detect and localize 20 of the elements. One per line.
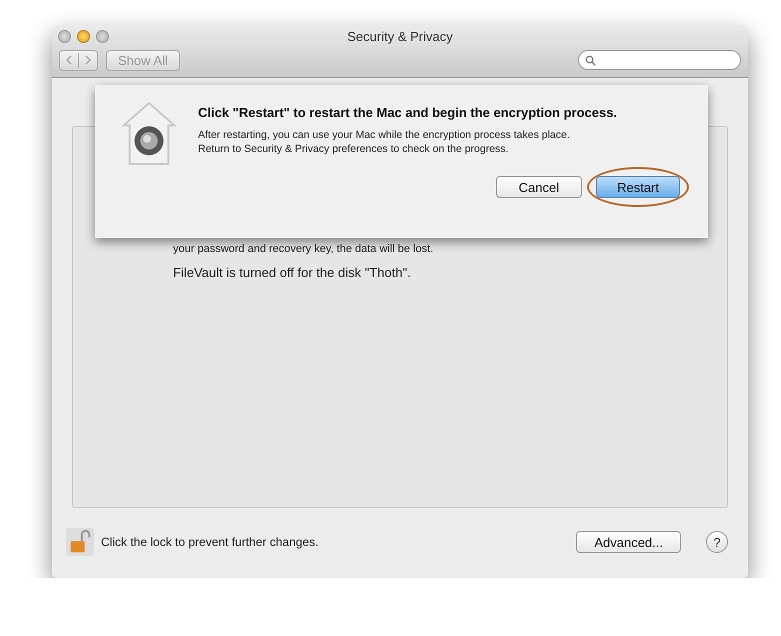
back-icon[interactable] <box>64 55 74 65</box>
lock-hint-text: Click the lock to prevent further changes. <box>101 535 318 549</box>
advanced-button[interactable]: Advanced... <box>576 531 681 553</box>
search-icon <box>585 54 596 66</box>
unlocked-padlock-icon[interactable] <box>66 528 94 556</box>
default-button[interactable]: Restart <box>596 176 680 198</box>
search-field[interactable] <box>578 50 741 70</box>
pane-text: your password and recovery key, the data will be lost. <box>173 243 434 255</box>
pane-text: FileVault is turned off for the disk "Thoth". <box>173 265 412 280</box>
minimize-button[interactable] <box>77 30 90 43</box>
dialog-message: Return to Security & Privacy preferences to check on the progress. <box>198 142 510 156</box>
window-title: Security & Privacy <box>347 28 453 44</box>
zoom-button[interactable] <box>96 30 109 43</box>
help-button[interactable]: ? <box>706 531 728 553</box>
dialog-message: After restarting, you can use your Mac while the encryption process takes place. <box>198 128 571 142</box>
close-button[interactable] <box>58 30 71 43</box>
dialog-title: Click "Restart" to restart the Mac and begin the encryption process. <box>198 105 618 120</box>
dialog-button[interactable]: Cancel <box>496 176 582 198</box>
navigation-buttons[interactable] <box>59 50 98 70</box>
forward-icon[interactable] <box>83 55 93 65</box>
